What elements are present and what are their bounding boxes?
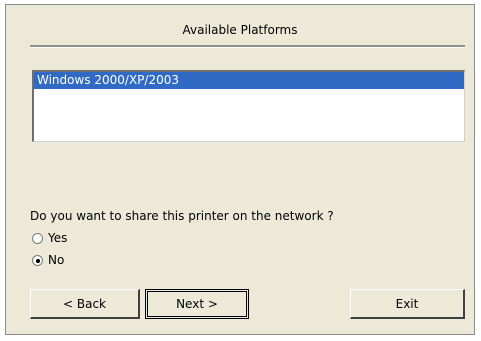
share-question: Do you want to share this printer on the… <box>30 209 334 223</box>
share-yes-label: Yes <box>48 231 68 245</box>
share-no-radio[interactable]: No <box>32 253 64 267</box>
radio-unchecked-icon[interactable] <box>32 232 43 244</box>
share-yes-radio[interactable]: Yes <box>32 231 67 245</box>
share-no-label: No <box>48 253 65 267</box>
platforms-listbox[interactable]: Windows 2000/XP/2003 <box>32 70 465 142</box>
exit-button[interactable]: Exit <box>350 289 465 319</box>
title-divider <box>30 45 465 48</box>
next-button[interactable]: Next > <box>145 289 249 319</box>
platform-item-windows[interactable]: Windows 2000/XP/2003 <box>34 72 464 89</box>
section-title: Available Platforms <box>182 23 298 37</box>
radio-checked-icon[interactable] <box>32 254 43 266</box>
installer-dialog: Available Platforms Windows 2000/XP/2003… <box>5 4 475 335</box>
back-button[interactable]: < Back <box>30 289 140 319</box>
